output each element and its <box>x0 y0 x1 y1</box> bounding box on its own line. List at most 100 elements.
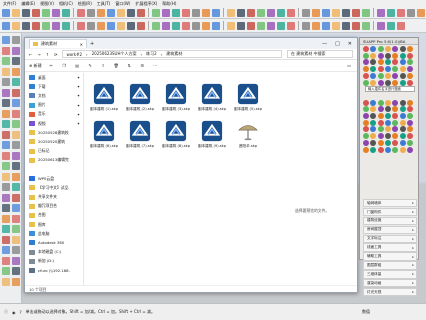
copy-icon[interactable]: ❐ <box>61 62 68 69</box>
plugin-icon[interactable] <box>370 59 377 66</box>
menu-item[interactable]: 视图(V) <box>40 1 54 7</box>
tool-icon[interactable] <box>182 21 190 30</box>
tool-icon[interactable] <box>42 21 50 30</box>
tool-icon[interactable] <box>2 183 10 191</box>
tool-icon[interactable] <box>202 8 210 17</box>
plugin-icon[interactable] <box>392 119 399 126</box>
maximize-button[interactable]: □ <box>335 41 340 47</box>
plugin-icon[interactable] <box>363 46 369 52</box>
tool-icon[interactable] <box>2 204 10 212</box>
tool-icon[interactable] <box>417 8 425 17</box>
file-item[interactable]: 副本建筑 (4).skp <box>195 80 229 116</box>
tool-icon[interactable] <box>257 21 265 30</box>
tool-icon[interactable] <box>257 8 265 17</box>
plugin-icon[interactable] <box>406 126 413 133</box>
nav-item[interactable]: 合图 <box>25 211 83 220</box>
sort-icon[interactable]: ⇅ <box>126 62 133 69</box>
tool-icon[interactable] <box>12 225 20 233</box>
file-item[interactable]: 副本建筑 (7).skp <box>123 117 157 153</box>
plugin-icon[interactable] <box>399 59 406 66</box>
plugin-icon[interactable] <box>370 106 377 113</box>
plugin-icon[interactable] <box>370 79 377 86</box>
tool-icon[interactable] <box>212 21 220 30</box>
tool-icon[interactable] <box>377 8 385 17</box>
tool-icon[interactable] <box>362 8 370 17</box>
plugin-icon[interactable] <box>384 99 391 106</box>
breadcrumb-item[interactable]: 练习2 <box>146 51 157 57</box>
plugin-icon[interactable] <box>406 46 413 52</box>
nav-item[interactable]: 文档 ✦ <box>25 91 83 100</box>
tool-icon[interactable] <box>12 109 20 118</box>
nav-item[interactable]: 20250613编辑完 <box>25 156 83 165</box>
tool-icon[interactable] <box>182 8 190 17</box>
plugin-icon[interactable] <box>392 133 399 140</box>
plugin-icon[interactable] <box>363 79 369 86</box>
tool-icon[interactable] <box>32 21 40 30</box>
menu-item[interactable]: 文件(F) <box>3 1 16 7</box>
tool-icon[interactable] <box>137 21 145 30</box>
plugin-icon[interactable] <box>377 46 384 52</box>
tool-icon[interactable] <box>62 8 70 17</box>
plugin-icon[interactable] <box>363 59 369 66</box>
tool-icon[interactable] <box>407 8 415 17</box>
plugin-icon[interactable] <box>399 113 406 119</box>
tool-icon[interactable] <box>377 21 385 30</box>
forward-icon[interactable]: → <box>37 52 40 57</box>
tool-icon[interactable] <box>107 8 115 17</box>
plugin-icon[interactable] <box>392 72 399 79</box>
tool-icon[interactable] <box>267 21 275 30</box>
plugin-icon[interactable] <box>399 106 406 113</box>
tool-icon[interactable] <box>302 8 310 17</box>
plugin-category[interactable]: 建筑设施 ▸ <box>363 216 417 226</box>
plugin-icon[interactable] <box>377 66 384 73</box>
tool-icon[interactable] <box>127 8 135 17</box>
tool-icon[interactable] <box>77 21 85 30</box>
tool-icon[interactable] <box>87 21 95 30</box>
tool-icon[interactable] <box>2 57 10 65</box>
tool-icon[interactable] <box>342 21 350 30</box>
plugin-icon[interactable] <box>384 59 391 66</box>
tool-icon[interactable] <box>342 8 350 17</box>
plugin-icon[interactable] <box>392 59 399 66</box>
plugin-icon[interactable] <box>370 113 377 119</box>
tool-icon[interactable] <box>12 172 20 181</box>
plugin-icon[interactable] <box>392 106 399 113</box>
tool-icon[interactable] <box>322 8 330 17</box>
tool-icon[interactable] <box>12 162 20 170</box>
breadcrumb[interactable]: work#2 › 20250623SUH个人方案 › 练习2 › 建筑素材 <box>62 50 282 58</box>
nav-item[interactable]: 图片 ✦ <box>25 101 83 110</box>
tool-icon[interactable] <box>117 21 125 30</box>
close-tab-icon[interactable]: ✕ <box>80 42 83 47</box>
tool-icon[interactable] <box>12 120 20 128</box>
plugin-category[interactable]: 门窗构件 ▸ <box>363 207 417 217</box>
plugin-icon[interactable] <box>377 106 384 113</box>
plugin-icon[interactable] <box>377 133 384 140</box>
tool-icon[interactable] <box>162 21 170 30</box>
plugin-icon[interactable] <box>370 146 377 153</box>
plugin-icon[interactable] <box>399 66 406 73</box>
file-item[interactable]: 副本建筑 (1).skp <box>87 80 121 116</box>
tool-icon[interactable] <box>12 246 20 254</box>
plugin-icon[interactable] <box>392 146 399 153</box>
tool-icon[interactable] <box>12 277 20 286</box>
plugin-icon[interactable] <box>384 66 391 73</box>
tool-icon[interactable] <box>12 8 20 17</box>
tool-icon[interactable] <box>2 46 10 55</box>
tool-icon[interactable] <box>97 21 105 30</box>
menu-item[interactable]: 绘图(R) <box>78 1 92 7</box>
tool-icon[interactable] <box>12 256 20 265</box>
plugin-icon[interactable] <box>370 52 377 59</box>
plugin-icon[interactable] <box>399 133 406 140</box>
plugin-icon[interactable] <box>399 146 406 153</box>
plugin-icon[interactable] <box>377 146 384 153</box>
tool-icon[interactable] <box>12 46 20 55</box>
plugin-icon[interactable] <box>406 113 413 119</box>
nav-item[interactable]: 瓣冗项目合 <box>25 202 83 211</box>
tool-icon[interactable] <box>2 109 10 118</box>
plugin-icon[interactable] <box>384 52 391 59</box>
tool-icon[interactable] <box>2 235 10 244</box>
menu-item[interactable]: 扩展程序(X) <box>135 1 157 7</box>
plugin-icon[interactable] <box>399 52 406 59</box>
plugin-icon[interactable] <box>406 139 413 146</box>
tool-icon[interactable] <box>32 8 40 17</box>
